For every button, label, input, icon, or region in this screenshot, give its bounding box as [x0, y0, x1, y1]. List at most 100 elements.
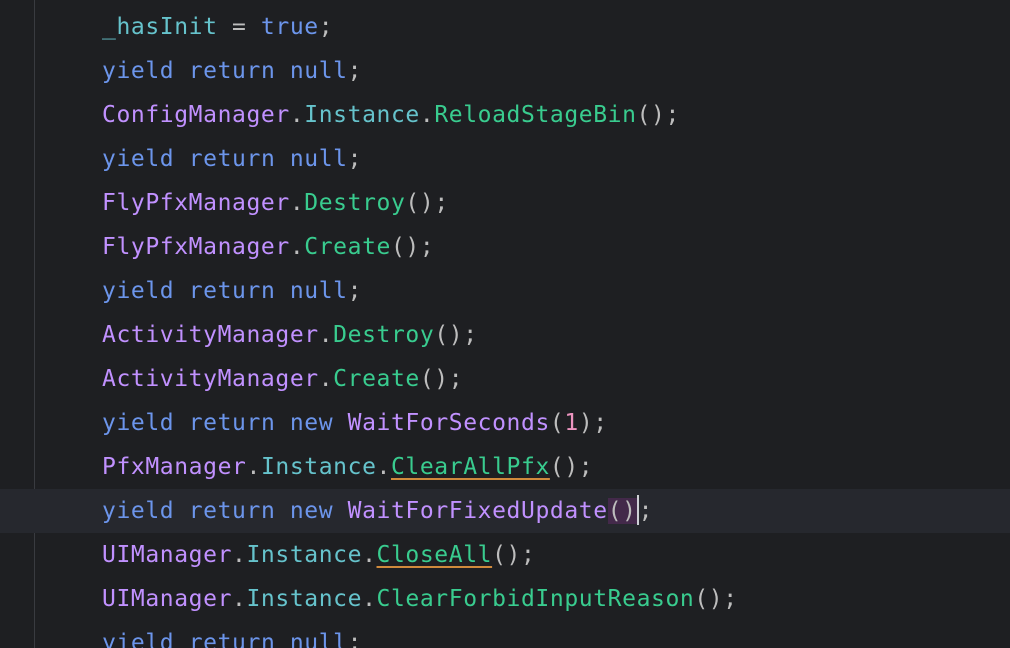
code-line-12-current[interactable]: yield return new WaitForFixedUpdate(); [0, 489, 1010, 533]
keyword: return [188, 278, 276, 304]
punctuation: . [289, 190, 305, 216]
matched-parentheses: () [607, 498, 637, 524]
punctuation: (); [390, 234, 435, 260]
punctuation: . [289, 234, 305, 260]
keyword: null [289, 146, 348, 172]
code-line-13[interactable]: UIManager.Instance.CloseAll(); [0, 533, 1010, 577]
punctuation: . [376, 454, 391, 480]
class-name: UIManager [102, 586, 233, 612]
method-name: ClearForbidInputReason [376, 586, 695, 612]
punctuation: ( [549, 410, 565, 436]
punctuation: (); [492, 542, 536, 568]
method-name-warning[interactable]: CloseAll [377, 542, 493, 568]
code-line-11[interactable]: PfxManager.Instance.ClearAllPfx(); [0, 445, 1010, 489]
code-line-5[interactable]: FlyPfxManager.Destroy(); [0, 181, 1010, 225]
punctuation: (); [636, 102, 680, 128]
field-name: _hasInit [102, 14, 218, 40]
keyword: yield [102, 630, 175, 648]
punctuation: ; [347, 58, 363, 84]
punctuation: . [362, 542, 377, 568]
method-name-warning[interactable]: ClearAllPfx [391, 454, 550, 480]
punctuation: ; [318, 14, 334, 40]
method-name: Destroy [304, 190, 406, 216]
punctuation: ; [347, 278, 363, 304]
punctuation: . [362, 586, 377, 612]
code-line-14[interactable]: UIManager.Instance.ClearForbidInputReaso… [0, 577, 1010, 621]
method-name: Destroy [333, 322, 435, 348]
code-line-10[interactable]: yield return new WaitForSeconds(1); [0, 401, 1010, 445]
keyword: yield [102, 278, 175, 304]
property-name: Instance [246, 542, 363, 568]
class-name: FlyPfxManager [102, 190, 290, 216]
code-line-9[interactable]: ActivityManager.Create(); [0, 357, 1010, 401]
class-name: ConfigManager [102, 102, 290, 128]
punctuation: . [289, 102, 305, 128]
class-name: ActivityManager [102, 366, 319, 392]
punctuation: (); [419, 366, 464, 392]
method-name: ReloadStageBin [434, 102, 637, 128]
keyword: yield [102, 498, 175, 524]
punctuation: (); [694, 586, 738, 612]
punctuation: (); [549, 454, 594, 480]
code-line-4[interactable]: yield return null; [0, 137, 1010, 181]
code-line-1[interactable]: _hasInit = true; [0, 5, 1010, 49]
keyword: return [188, 58, 276, 84]
punctuation: ; [347, 630, 363, 648]
keyword: return [188, 630, 276, 648]
keyword: return [188, 410, 276, 436]
class-name: ActivityManager [102, 322, 319, 348]
code-line-6[interactable]: FlyPfxManager.Create(); [0, 225, 1010, 269]
keyword: return [188, 146, 276, 172]
class-name: FlyPfxManager [102, 234, 290, 260]
keyword: null [289, 630, 348, 648]
punctuation: . [232, 586, 247, 612]
punctuation: ); [578, 410, 608, 436]
code-line-8[interactable]: ActivityManager.Destroy(); [0, 313, 1010, 357]
keyword: null [289, 58, 348, 84]
code-line-15[interactable]: yield return null; [0, 621, 1010, 648]
keyword: yield [102, 146, 175, 172]
operator: = [217, 14, 261, 40]
method-name: Create [304, 234, 391, 260]
keyword: new [289, 498, 334, 524]
code-line-7[interactable]: yield return null; [0, 269, 1010, 313]
code-line-2[interactable]: yield return null; [0, 49, 1010, 93]
punctuation: . [419, 102, 435, 128]
punctuation: . [246, 454, 261, 480]
punctuation: . [232, 542, 247, 568]
keyword: yield [102, 410, 175, 436]
class-name: WaitForFixedUpdate [347, 498, 608, 524]
keyword: new [289, 410, 334, 436]
punctuation: . [318, 366, 334, 392]
property-name: Instance [260, 454, 377, 480]
punctuation: (); [434, 322, 478, 348]
class-name: PfxManager [102, 454, 247, 480]
punctuation: (); [405, 190, 449, 216]
number-literal: 1 [564, 410, 579, 436]
keyword: yield [102, 58, 175, 84]
keyword: null [289, 278, 348, 304]
method-name: Create [333, 366, 420, 392]
code-line-3[interactable]: ConfigManager.Instance.ReloadStageBin(); [0, 93, 1010, 137]
class-name: UIManager [102, 542, 233, 568]
keyword: return [188, 498, 276, 524]
property-name: Instance [304, 102, 420, 128]
code-editor[interactable]: _hasInit = true; yield return null; Conf… [0, 0, 1010, 648]
keyword: true [260, 14, 319, 40]
property-name: Instance [246, 586, 363, 612]
punctuation: ; [347, 146, 363, 172]
class-name: WaitForSeconds [347, 410, 550, 436]
